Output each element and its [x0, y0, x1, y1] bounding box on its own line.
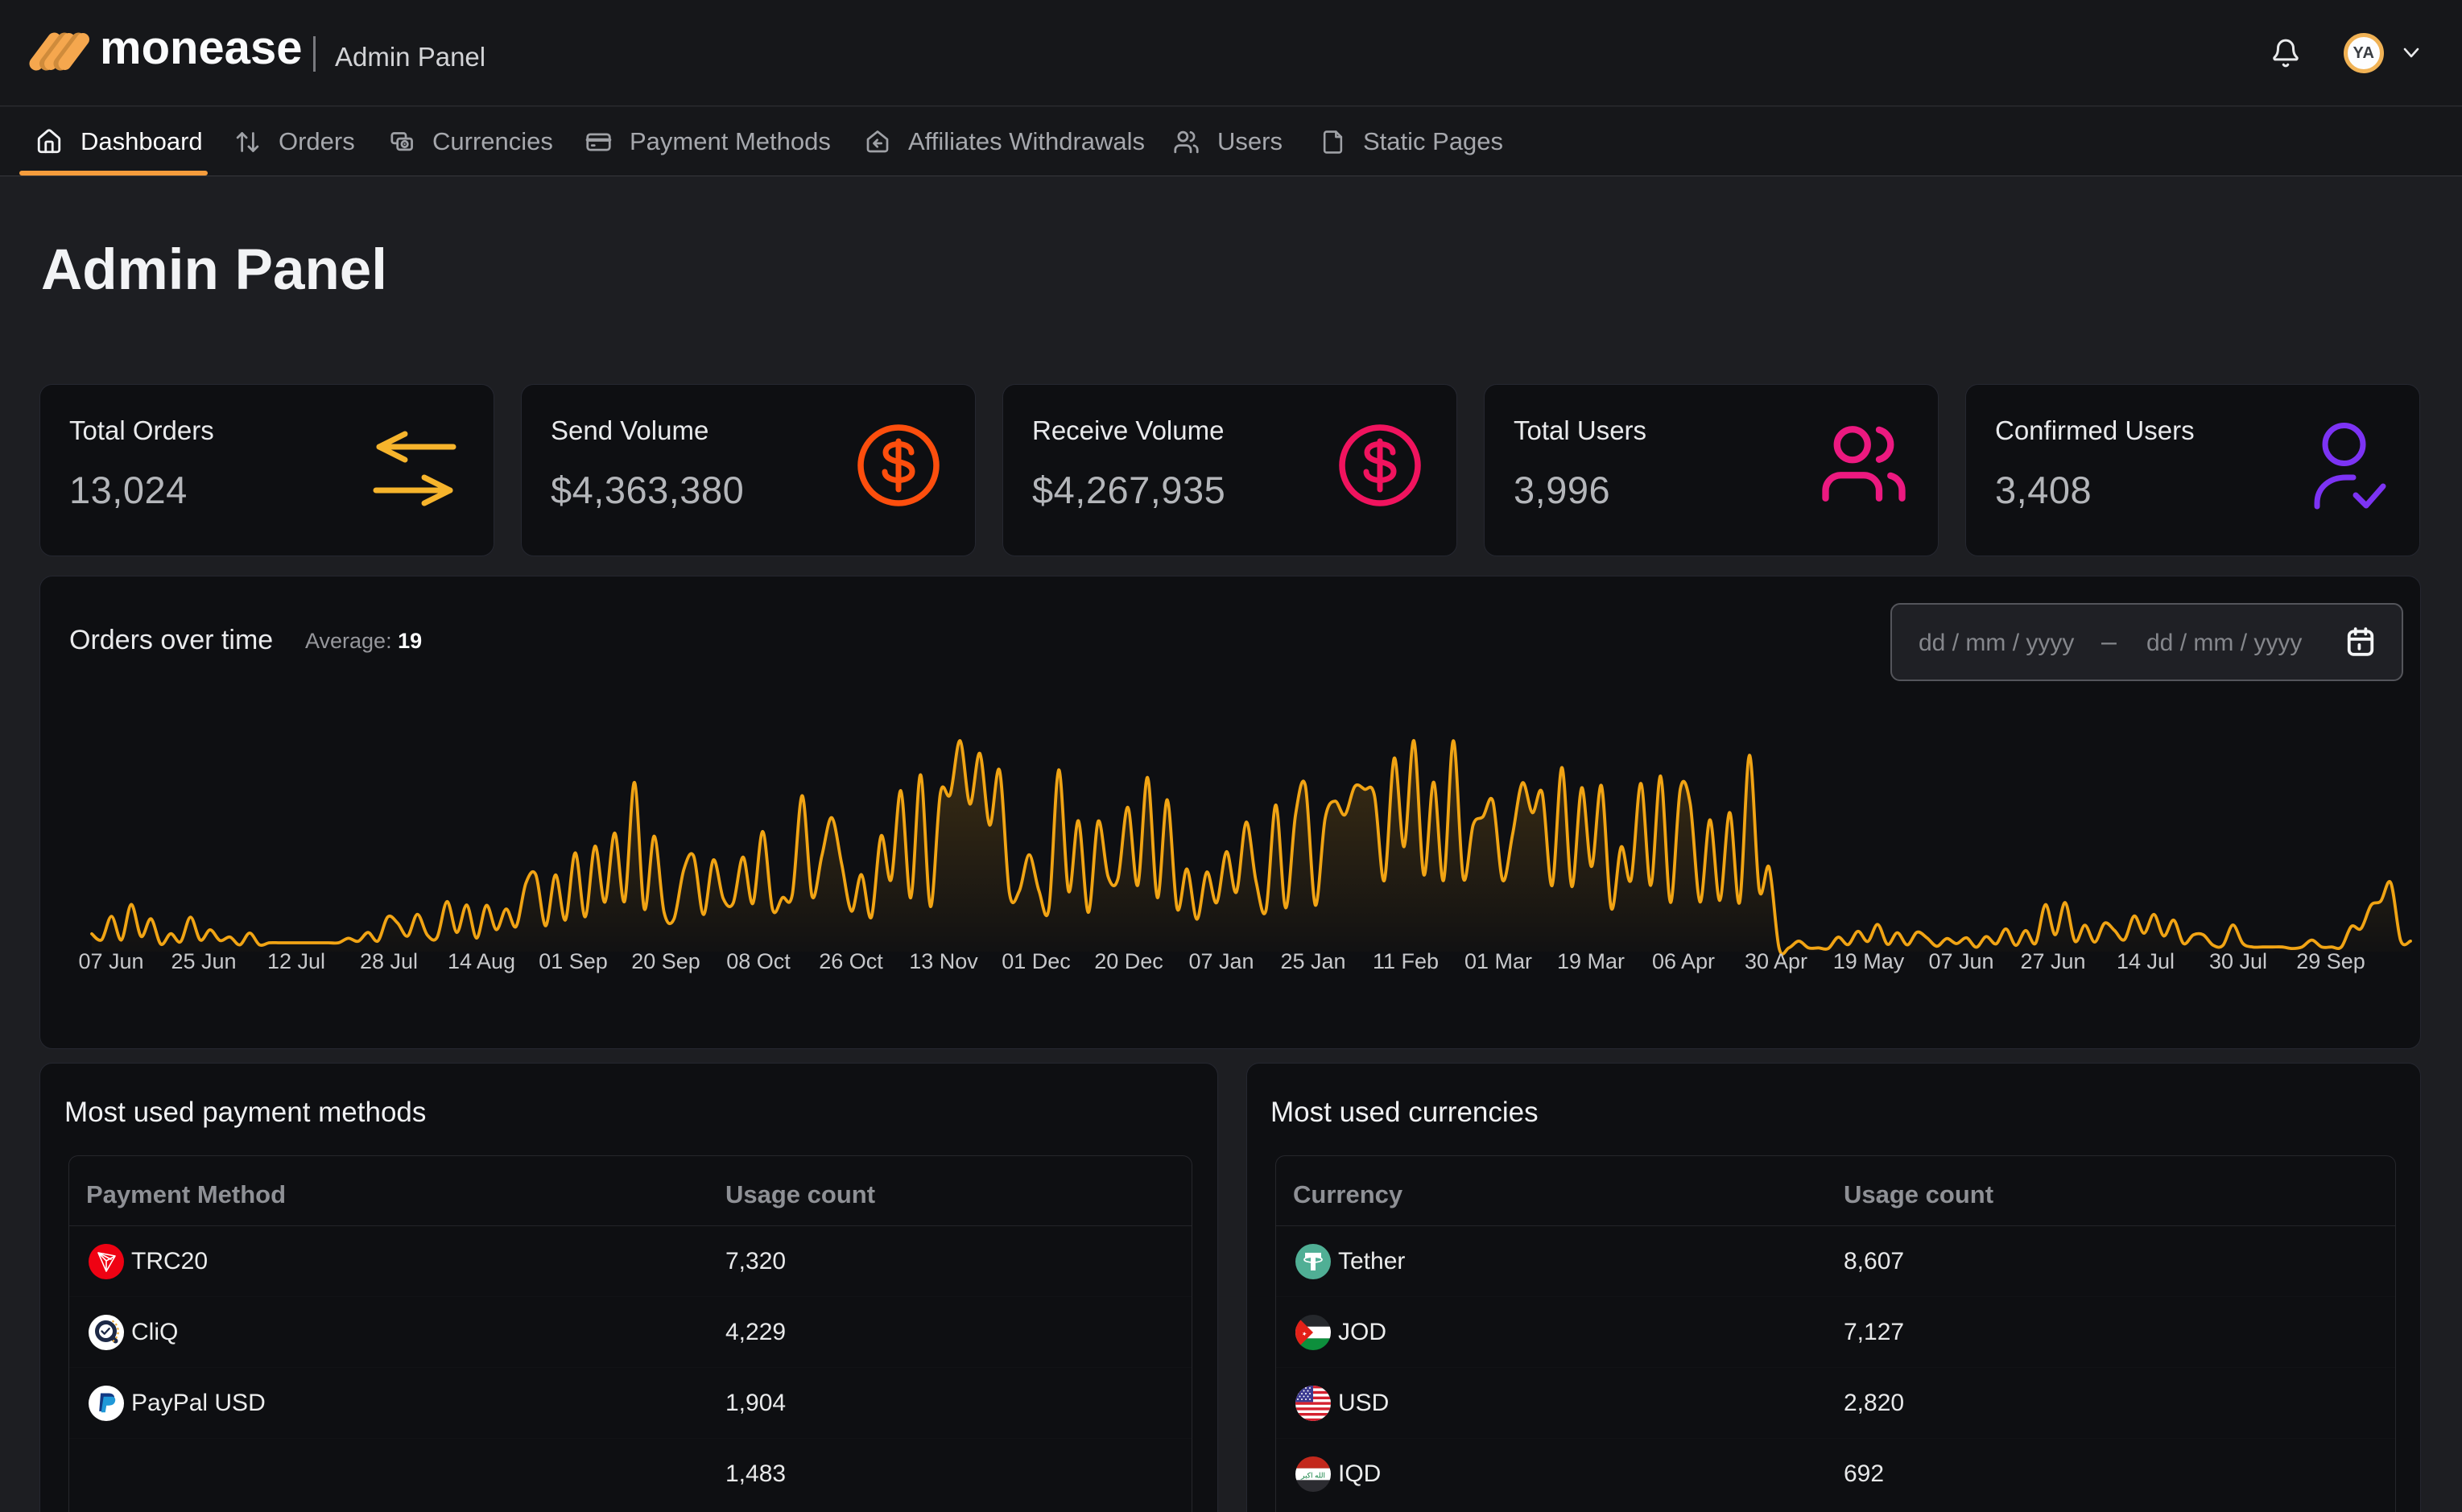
svg-text:الله اكبر: الله اكبر — [1300, 1472, 1325, 1481]
